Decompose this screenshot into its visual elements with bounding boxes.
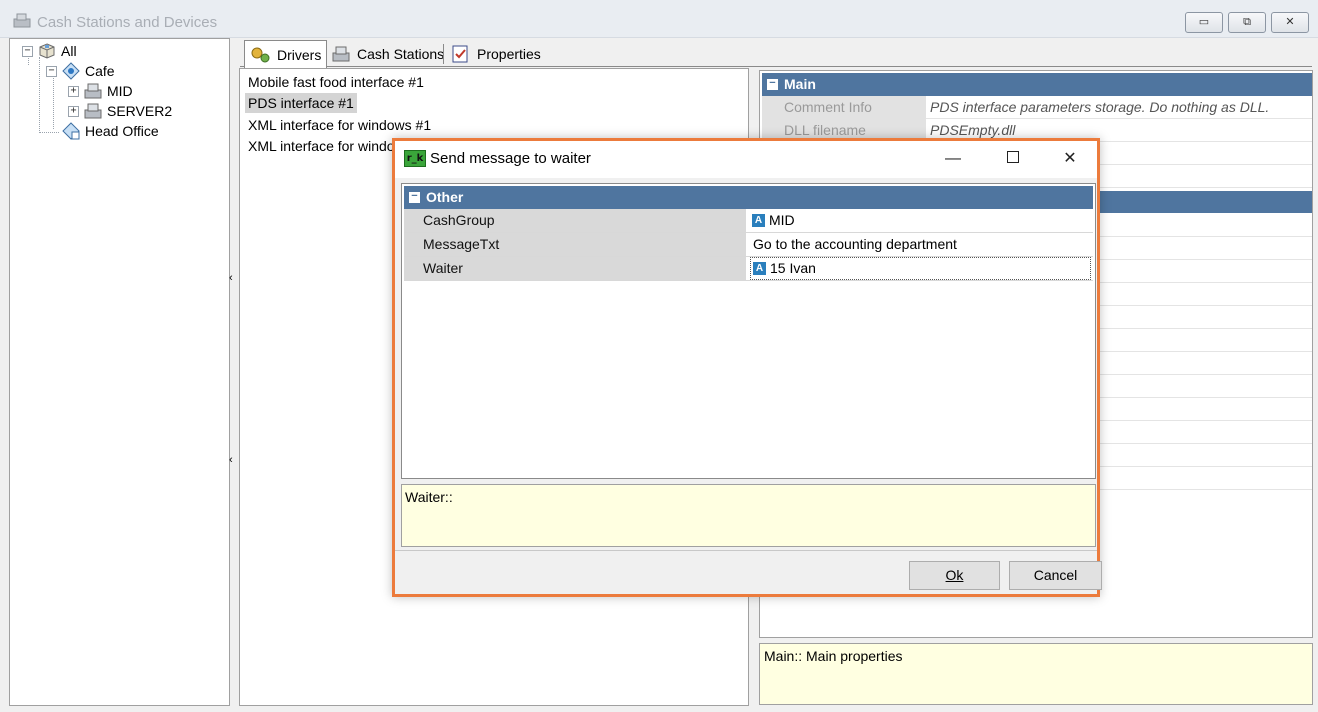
property-name: CashGroup xyxy=(404,209,746,232)
collapse-left-icon[interactable]: ‹ xyxy=(229,454,239,466)
section-header-other[interactable]: − Other xyxy=(404,186,1093,209)
list-item[interactable]: PDS interface #1 xyxy=(245,93,357,113)
property-description: Main:: Main properties xyxy=(759,643,1313,705)
cube-icon xyxy=(39,43,55,59)
dialog-minimize-button[interactable]: — xyxy=(933,146,973,172)
list-item[interactable]: XML interface for window xyxy=(245,136,408,156)
tab-separator xyxy=(443,44,444,64)
divider xyxy=(395,550,1097,551)
property-value-text: Go to the accounting department xyxy=(753,236,957,252)
minimize-button[interactable]: ▭ xyxy=(1185,12,1223,33)
tree-item-label: All xyxy=(61,43,77,59)
tree-item-mid[interactable]: + MID xyxy=(68,81,133,101)
collapse-icon[interactable]: − xyxy=(22,45,33,57)
section-title: Main xyxy=(784,76,816,92)
property-row[interactable]: Comment Info PDS interface parameters st… xyxy=(762,96,1312,119)
tree-item-label: SERVER2 xyxy=(107,103,173,119)
property-name: Comment Info xyxy=(762,96,926,119)
property-name: MessageTxt xyxy=(404,233,746,256)
tab-label: Cash Stations xyxy=(357,45,445,62)
app-logo-icon: r_k xyxy=(404,150,426,167)
tree-item-label: Cafe xyxy=(85,63,115,79)
property-name: Waiter xyxy=(404,257,746,280)
tab-cash-stations[interactable]: Cash Stations xyxy=(325,40,449,67)
tree-item-label: MID xyxy=(107,83,133,99)
cash-station-icon xyxy=(84,83,102,99)
main-titlebar: Cash Stations and Devices ▭ ⧉ ✕ xyxy=(0,0,1318,38)
tree-item-label: Head Office xyxy=(85,123,159,139)
cash-register-icon xyxy=(332,46,350,61)
collapse-icon[interactable]: − xyxy=(46,65,57,77)
tree-item-all[interactable]: − All xyxy=(22,41,77,61)
ok-button[interactable]: Ok xyxy=(909,561,1000,590)
drivers-icon xyxy=(251,47,270,62)
property-row-cashgroup[interactable]: CashGroup A MID xyxy=(404,209,1093,233)
tab-label: Properties xyxy=(477,45,541,62)
property-row-messagetxt[interactable]: MessageTxt Go to the accounting departme… xyxy=(404,233,1093,257)
cash-station-icon xyxy=(84,103,102,119)
splitter-handle[interactable]: ‹ ‹ xyxy=(229,272,239,472)
section-title: Other xyxy=(426,189,464,205)
tab-bar: Drivers Cash Stations Properties xyxy=(240,40,1312,68)
property-row-waiter[interactable]: Waiter A 15 Ivan xyxy=(404,257,1093,281)
expand-icon[interactable]: + xyxy=(68,105,79,117)
window-title: Cash Stations and Devices xyxy=(37,14,218,31)
restore-button[interactable]: ⧉ xyxy=(1228,12,1266,33)
property-value[interactable]: A MID xyxy=(750,209,795,232)
tree-item-cafe[interactable]: − Cafe xyxy=(46,61,115,81)
collapse-left-icon[interactable]: ‹ xyxy=(229,272,239,284)
property-value[interactable]: A 15 Ivan xyxy=(750,257,1091,280)
dialog-close-button[interactable]: ✕ xyxy=(1050,146,1090,172)
property-value[interactable]: Go to the accounting department xyxy=(750,233,957,256)
list-item[interactable]: Mobile fast food interface #1 xyxy=(245,72,427,92)
cash-register-icon xyxy=(13,13,31,28)
close-button[interactable]: ✕ xyxy=(1271,12,1309,33)
send-message-dialog: r_k Send message to waiter — ✕ − Other C… xyxy=(392,138,1102,597)
dialog-maximize-button[interactable] xyxy=(993,146,1033,172)
lookup-icon: A xyxy=(753,262,766,275)
tree-panel[interactable]: − All − Cafe + MID + SERVER2 Head Office xyxy=(9,38,230,706)
list-item[interactable]: XML interface for windows #1 xyxy=(245,115,434,135)
section-header-main[interactable]: − Main xyxy=(762,73,1312,96)
dialog-title: Send message to waiter xyxy=(430,150,591,167)
tree-connector xyxy=(39,57,40,133)
dialog-titlebar[interactable]: r_k Send message to waiter — ✕ xyxy=(395,141,1097,178)
maximize-icon xyxy=(1007,151,1019,163)
cancel-button[interactable]: Cancel xyxy=(1009,561,1102,590)
property-value[interactable]: PDS interface parameters storage. Do not… xyxy=(930,96,1269,119)
expand-icon[interactable]: + xyxy=(68,85,79,97)
restaurant-node-icon xyxy=(62,62,80,80)
lookup-icon: A xyxy=(752,214,765,227)
tab-label: Drivers xyxy=(277,46,322,63)
tab-drivers[interactable]: Drivers xyxy=(244,40,328,68)
ok-label: Ok xyxy=(945,567,964,583)
dialog-description: Waiter:: xyxy=(401,484,1096,547)
office-node-icon xyxy=(62,122,80,140)
property-value-text: MID xyxy=(769,212,795,228)
tree-item-head-office[interactable]: Head Office xyxy=(61,121,159,141)
tab-properties[interactable]: Properties xyxy=(445,40,546,67)
tree-item-server2[interactable]: + SERVER2 xyxy=(68,101,172,121)
properties-icon xyxy=(452,45,468,62)
collapse-icon[interactable]: − xyxy=(767,78,778,90)
property-value-text: 15 Ivan xyxy=(770,260,816,276)
tree-connector xyxy=(53,73,54,129)
tree-connector xyxy=(39,132,59,133)
dialog-property-grid[interactable]: − Other CashGroup A MID MessageTxt Go to… xyxy=(401,183,1096,479)
collapse-icon[interactable]: − xyxy=(409,191,420,203)
